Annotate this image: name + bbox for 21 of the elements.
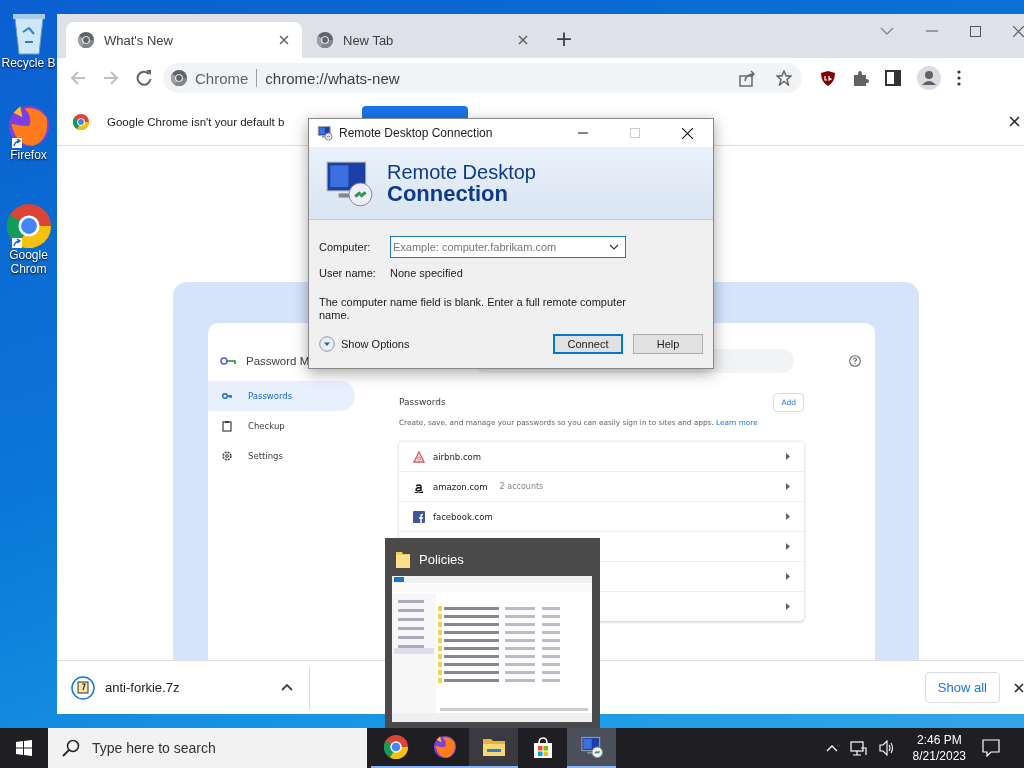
section-title: Passwords bbox=[399, 397, 446, 407]
app-title: Password M bbox=[246, 354, 310, 367]
site-name: airbnb.com bbox=[433, 451, 482, 462]
site-name: facebook.com bbox=[433, 511, 493, 522]
account-count: 2 accounts bbox=[499, 482, 544, 491]
time-text: 2:46 PM bbox=[916, 732, 962, 748]
site-label: Chrome bbox=[195, 69, 249, 87]
field-label: Computer: bbox=[319, 241, 372, 253]
banner-title: Remote Desktop bbox=[387, 161, 536, 183]
preview-title: Policies bbox=[419, 551, 464, 567]
message-text: The computer name field is blank. Enter a full remote computer name. bbox=[319, 296, 627, 322]
date-text: 8/21/2023 bbox=[912, 748, 966, 764]
window-title: Remote Desktop Connection bbox=[339, 126, 493, 140]
url-text: chrome://whats-new bbox=[265, 69, 400, 87]
tab-title: What's New bbox=[104, 32, 174, 48]
user-name-value: None specified bbox=[390, 267, 463, 279]
infobar-message: Google Chrome isn't your default b bbox=[107, 115, 285, 128]
field-label: User name: bbox=[319, 267, 377, 279]
site-name: amazon.com bbox=[433, 481, 488, 492]
tab-title: New Tab bbox=[343, 32, 395, 48]
banner-title: Connection bbox=[387, 183, 508, 205]
